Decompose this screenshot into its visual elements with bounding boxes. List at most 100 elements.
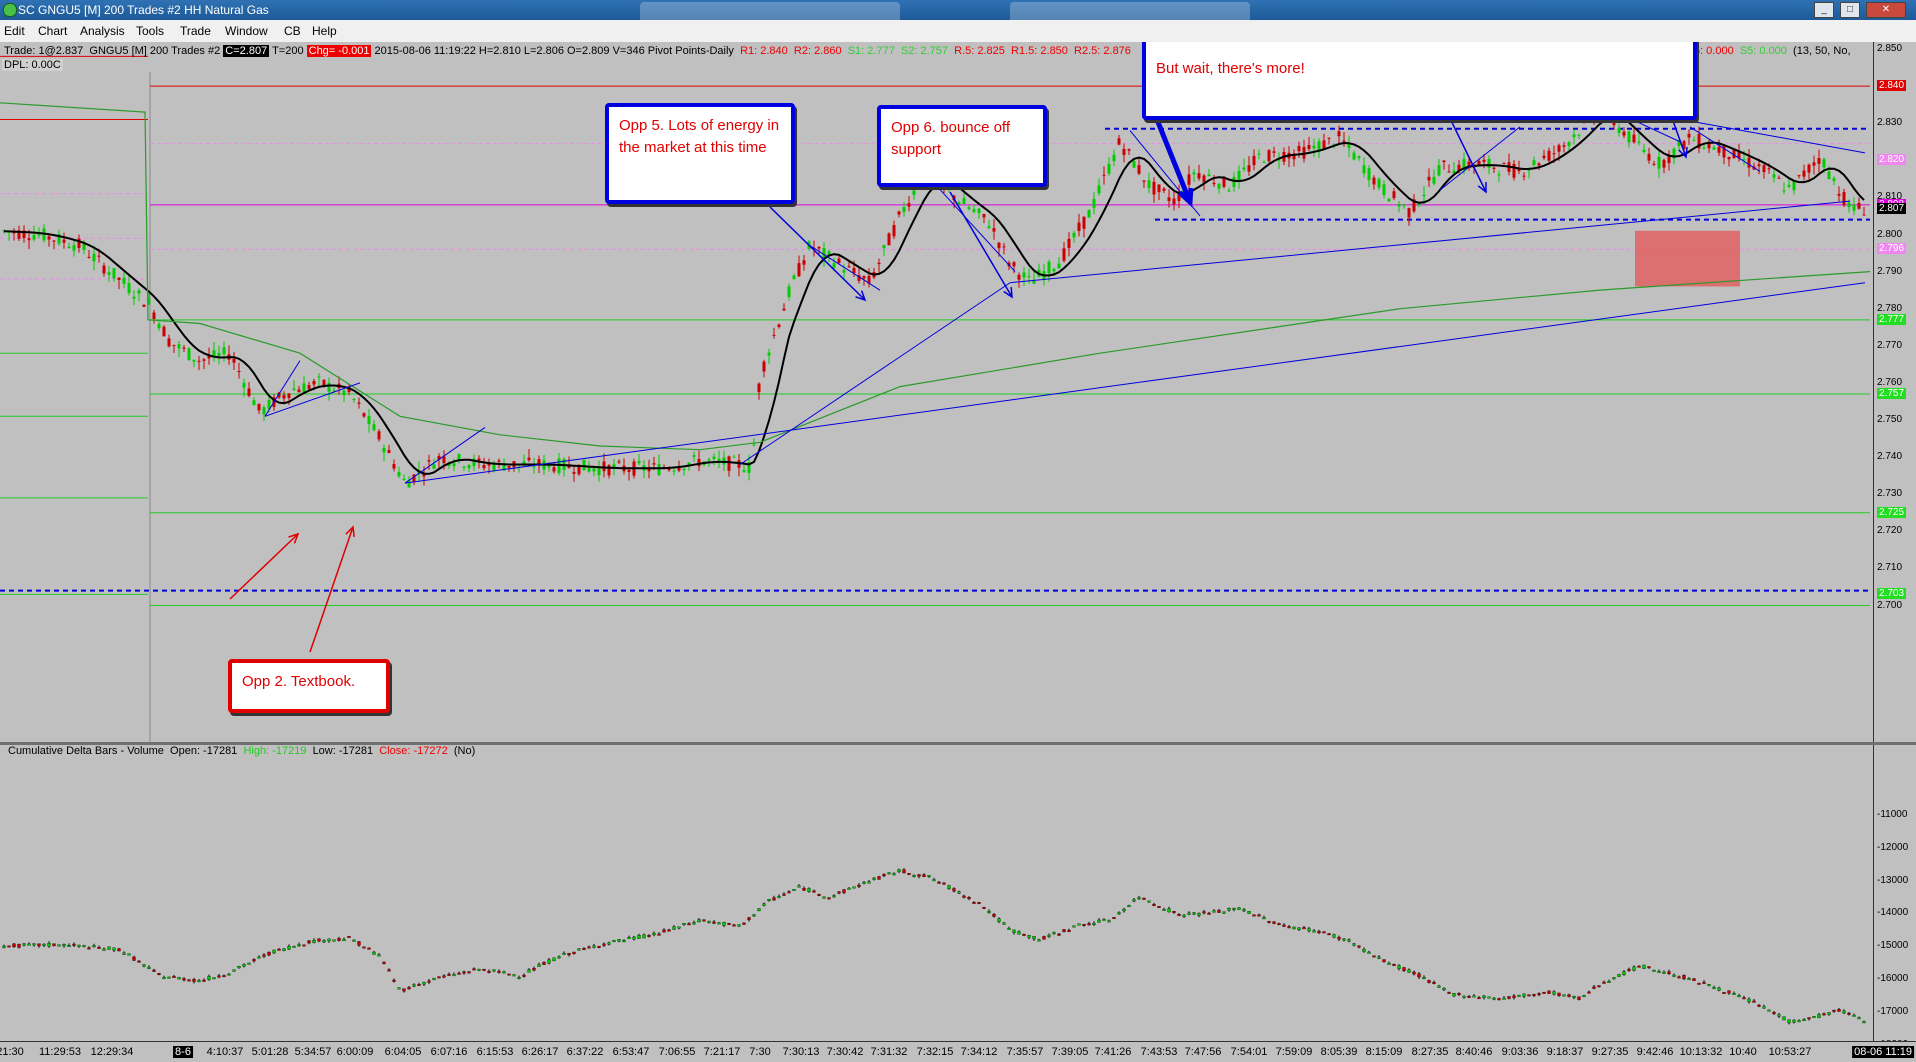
delta-bar	[622, 940, 626, 942]
price-candle	[162, 326, 166, 337]
price-candle	[637, 461, 641, 464]
price-candle	[1727, 156, 1731, 160]
time-tick-label: 5:34:57	[294, 1046, 332, 1058]
delta-bar	[1617, 974, 1621, 977]
menu-chart[interactable]: Chart	[38, 24, 67, 38]
delta-bar	[942, 882, 946, 885]
delta-bar	[1092, 922, 1096, 925]
price-candle	[1362, 165, 1366, 174]
delta-bar	[772, 897, 776, 901]
price-candle	[902, 207, 906, 212]
price-candle	[357, 402, 361, 404]
menu-trade[interactable]: Trade	[180, 24, 211, 38]
delta-bar	[747, 917, 751, 920]
delta-chart-canvas[interactable]	[0, 745, 1873, 1041]
delta-bar	[547, 959, 551, 964]
price-candle	[182, 347, 186, 349]
time-tick-label: 7:41:26	[1094, 1046, 1132, 1058]
delta-bar	[1807, 1017, 1811, 1020]
delta-bar	[852, 886, 856, 889]
price-candle	[1747, 157, 1751, 168]
delta-bar	[1602, 981, 1606, 984]
price-tick-label: 2.750	[1877, 414, 1903, 425]
callout-opp5: Opp 5. Lots of energy in the market at t…	[605, 103, 795, 204]
window-titlebar[interactable]: SC GNGU5 [M] 200 Trades #2 HH Natural Ga…	[0, 0, 1916, 20]
price-candle	[1437, 165, 1441, 176]
menu-window[interactable]: Window	[225, 24, 268, 38]
callout-opp6: Opp 6. bounce off support	[877, 105, 1047, 187]
delta-bar	[1002, 922, 1006, 925]
delta-bar	[962, 895, 966, 898]
info-r1: R1: 2.840	[740, 45, 788, 57]
delta-bar	[817, 894, 821, 896]
delta-bar	[1482, 995, 1486, 999]
price-candle	[1077, 222, 1081, 232]
time-tick-label: 7:30	[749, 1046, 771, 1058]
chart-info-line: Trade: 1@2.837 GNGU5 [M] 200 Trades #2 C…	[4, 45, 1131, 57]
delta-high: High: -17219	[243, 745, 307, 757]
price-candle	[982, 214, 986, 218]
time-tick-label: 7:21:17	[703, 1046, 741, 1058]
delta-bar	[702, 919, 706, 922]
delta-bar	[897, 869, 901, 872]
delta-bar	[1407, 969, 1411, 973]
delta-bar	[712, 921, 716, 924]
delta-bar	[417, 984, 421, 986]
delta-bar	[1712, 987, 1716, 990]
close-icon[interactable]: ✕	[1866, 2, 1906, 18]
delta-bar	[357, 941, 361, 946]
delta-bar	[972, 901, 976, 904]
background-window-tab[interactable]	[1010, 2, 1250, 20]
price-chart-pane[interactable]: Trade: 1@2.837 GNGU5 [M] 200 Trades #2 C…	[0, 42, 1873, 742]
menu-edit[interactable]: Edit	[4, 24, 25, 38]
price-candle	[1397, 203, 1401, 207]
delta-bar	[1112, 917, 1116, 919]
price-candle	[482, 465, 486, 469]
price-axis[interactable]: 2.8502.8402.8302.8202.8102.8002.7902.780…	[1873, 42, 1916, 742]
delta-bar	[1387, 962, 1391, 965]
menu-help[interactable]: Help	[312, 24, 337, 38]
price-candle	[817, 246, 821, 249]
trend-line	[264, 382, 361, 417]
price-candle	[1712, 147, 1716, 150]
delta-bar	[407, 987, 411, 990]
delta-bar	[317, 938, 321, 942]
delta-bar	[1287, 926, 1291, 929]
price-level-tag: 2.796	[1877, 243, 1907, 255]
background-window-tab[interactable]	[640, 2, 900, 20]
minimize-icon[interactable]: _	[1814, 2, 1834, 18]
price-candle	[1162, 188, 1166, 191]
time-tick-label: 5:01:28	[251, 1046, 289, 1058]
delta-bar	[232, 969, 236, 972]
delta-bar	[1817, 1014, 1821, 1018]
info-change: Chg= -0.001	[306, 45, 372, 57]
info-s5: S5: 0.000	[1739, 45, 1787, 57]
price-candle	[432, 464, 436, 469]
menu-analysis[interactable]: Analysis	[80, 24, 125, 38]
price-candle	[1132, 161, 1136, 168]
time-axis[interactable]: 21:30 11:29:53 12:29:34 8-6 4:10:37 5:01:28 5:…	[0, 1041, 1916, 1062]
maximize-icon[interactable]: □	[1840, 2, 1860, 18]
delta-bar	[102, 948, 106, 951]
delta-bar	[802, 888, 806, 891]
delta-tick-label: -12000	[1877, 841, 1909, 853]
price-candle	[1687, 133, 1691, 138]
price-candle	[1772, 174, 1776, 178]
delta-bar	[1207, 912, 1211, 915]
price-candle	[117, 277, 121, 280]
delta-study-label: Cumulative Delta Bars - Volume Open: -17…	[8, 745, 475, 757]
menu-cb[interactable]: CB	[284, 24, 301, 38]
delta-bar	[1842, 1010, 1846, 1014]
delta-bar	[442, 975, 446, 978]
delta-bar	[612, 940, 616, 943]
menu-tools[interactable]: Tools	[136, 24, 164, 38]
cumulative-delta-pane[interactable]: Cumulative Delta Bars - Volume Open: -17…	[0, 745, 1873, 1041]
delta-bar	[857, 884, 861, 887]
delta-axis[interactable]: -11000 -12000 -13000 -14000 -15000 -16000 -170…	[1873, 745, 1916, 1050]
price-candle	[1812, 162, 1816, 166]
delta-bar	[627, 937, 631, 939]
price-level-tag: 2.725	[1877, 506, 1907, 518]
price-tick-label: 2.760	[1877, 376, 1903, 388]
price-candle	[172, 344, 176, 346]
app-icon	[3, 3, 17, 17]
